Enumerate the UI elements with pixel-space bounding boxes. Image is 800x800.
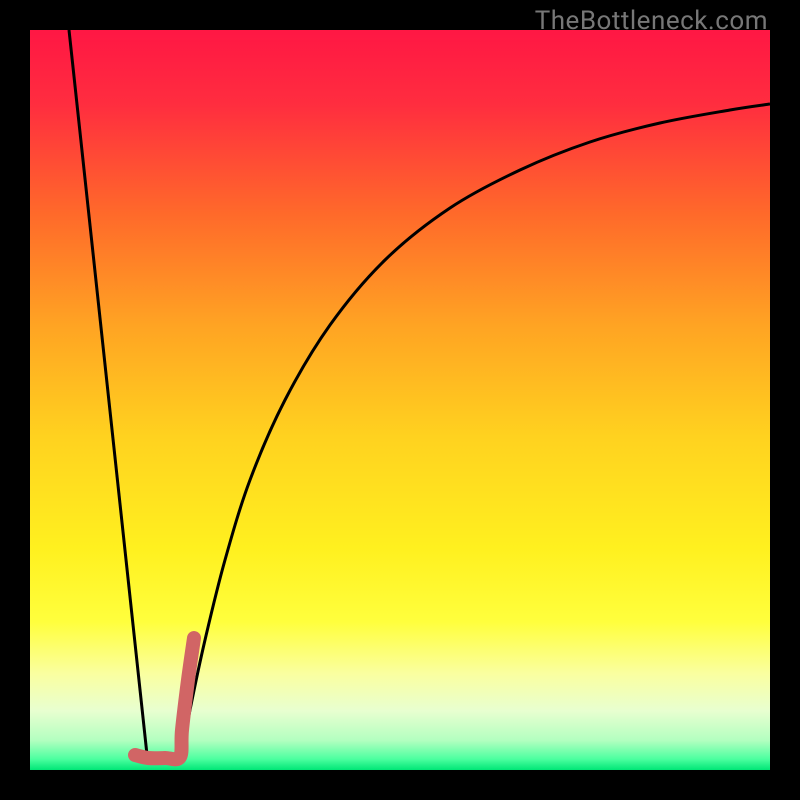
series-left-leg	[69, 30, 148, 764]
plot-area	[30, 30, 770, 770]
chart-frame: TheBottleneck.com	[0, 0, 800, 800]
curves-layer	[30, 30, 770, 770]
series-marker-j	[135, 638, 194, 759]
series-right-curve	[180, 104, 770, 764]
watermark-text: TheBottleneck.com	[535, 6, 768, 36]
